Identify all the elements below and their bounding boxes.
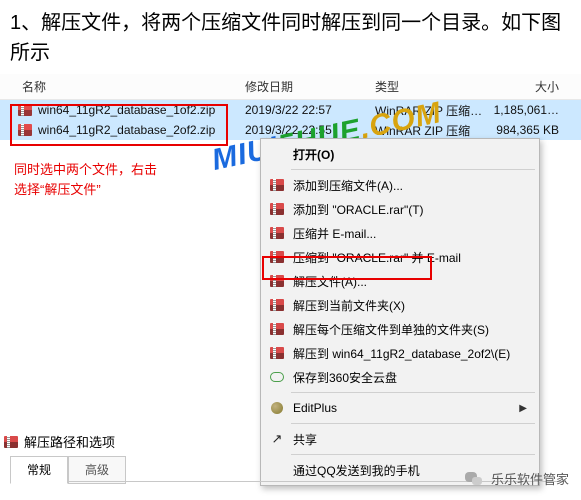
tip-text: 同时选中两个文件，右击 选择“解压文件” xyxy=(14,160,157,199)
menu-zip-email[interactable]: 压缩并 E-mail... xyxy=(263,221,537,245)
share-icon xyxy=(269,431,285,447)
archive-icon xyxy=(4,436,18,448)
file-size: 984,365 KB xyxy=(485,123,565,137)
file-name: win64_11gR2_database_1of2.zip xyxy=(38,103,245,117)
chevron-right-icon: ▶ xyxy=(519,403,527,414)
file-date: 2019/3/22 22:55 xyxy=(245,123,375,137)
dialog-title: 解压路径和选项 xyxy=(4,432,115,451)
instruction-text: 1、解压文件，将两个压缩文件同时解压到同一个目录。如下图所示 xyxy=(0,0,581,74)
footer: 乐乐软件管家 xyxy=(465,469,569,488)
file-row[interactable]: win64_11gR2_database_2of2.zip 2019/3/22 … xyxy=(0,120,581,140)
col-name[interactable]: 名称 xyxy=(0,78,245,95)
file-type: WinRAR ZIP 压缩… xyxy=(375,102,485,119)
col-size[interactable]: 大小 xyxy=(485,78,565,95)
file-size: 1,185,061… xyxy=(485,103,565,117)
columns-header: 名称 修改日期 类型 大小 xyxy=(0,74,581,100)
menu-separator xyxy=(291,392,535,393)
file-name: win64_11gR2_database_2of2.zip xyxy=(38,123,245,137)
wechat-icon xyxy=(465,470,483,488)
archive-icon xyxy=(18,124,34,136)
menu-editplus[interactable]: EditPlus▶ xyxy=(263,396,537,420)
menu-open[interactable]: 打开(O) xyxy=(263,142,537,166)
file-row[interactable]: win64_11gR2_database_1of2.zip 2019/3/22 … xyxy=(0,100,581,120)
menu-extract-files[interactable]: 解压文件(A)... xyxy=(263,269,537,293)
file-type: WinRAR ZIP 压缩 xyxy=(375,122,485,139)
tabs: 常规 高级 xyxy=(10,456,126,484)
tab-advanced[interactable]: 高级 xyxy=(68,456,126,484)
context-menu: 打开(O) 添加到压缩文件(A)... 添加到 "ORACLE.rar"(T) … xyxy=(260,138,540,486)
menu-extract-each[interactable]: 解压每个压缩文件到单独的文件夹(S) xyxy=(263,317,537,341)
menu-add-archive[interactable]: 添加到压缩文件(A)... xyxy=(263,173,537,197)
menu-separator xyxy=(291,169,535,170)
menu-extract-to[interactable]: 解压到 win64_11gR2_database_2of2\(E) xyxy=(263,341,537,365)
menu-add-to-oracle[interactable]: 添加到 "ORACLE.rar"(T) xyxy=(263,197,537,221)
file-date: 2019/3/22 22:57 xyxy=(245,103,375,117)
menu-separator xyxy=(291,454,535,455)
tab-normal[interactable]: 常规 xyxy=(10,456,68,484)
col-type[interactable]: 类型 xyxy=(375,78,485,95)
menu-zip-to-email[interactable]: 压缩到 "ORACLE.rar" 并 E-mail xyxy=(263,245,537,269)
menu-share[interactable]: 共享 xyxy=(263,427,537,451)
col-date[interactable]: 修改日期 xyxy=(245,78,375,95)
menu-save-360[interactable]: 保存到360安全云盘 xyxy=(263,365,537,389)
archive-icon xyxy=(18,104,34,116)
menu-extract-here[interactable]: 解压到当前文件夹(X) xyxy=(263,293,537,317)
menu-separator xyxy=(291,423,535,424)
